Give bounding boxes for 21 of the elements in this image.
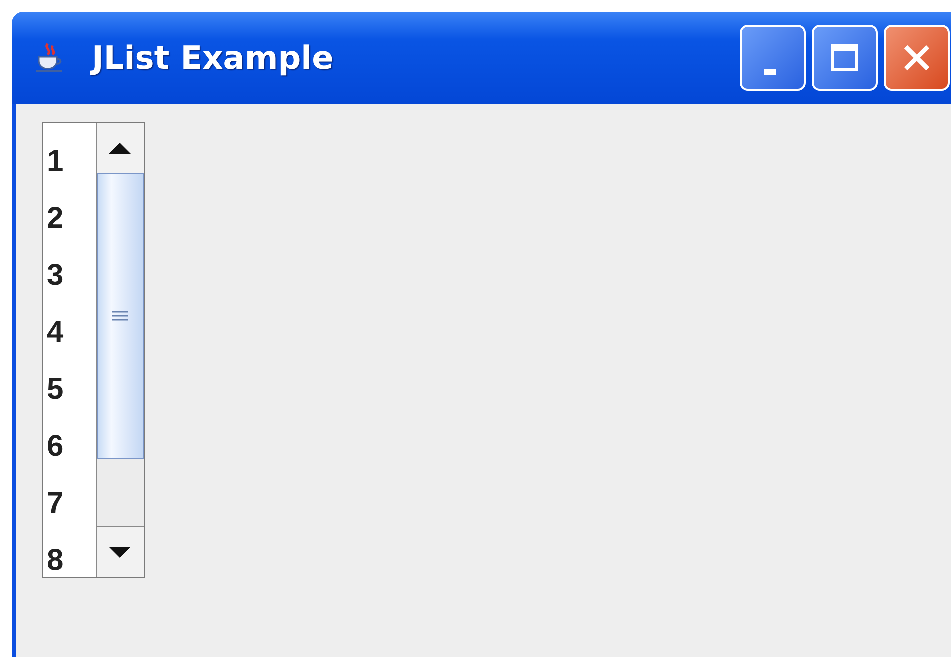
list-item[interactable]: 2 xyxy=(43,190,96,247)
window-title: JList Example xyxy=(92,39,334,77)
scroll-down-button[interactable] xyxy=(96,527,144,577)
up-arrow-icon xyxy=(109,142,132,154)
minimize-button[interactable] xyxy=(740,25,806,91)
scrollbar[interactable] xyxy=(96,123,144,577)
down-arrow-icon xyxy=(109,546,132,558)
list-item[interactable]: 4 xyxy=(43,304,96,361)
minimize-icon xyxy=(764,69,776,75)
coffee-cup-icon xyxy=(34,42,64,74)
list-item[interactable]: 8 xyxy=(43,532,96,589)
list-item[interactable]: 1 xyxy=(43,133,96,190)
close-button[interactable] xyxy=(884,25,950,91)
scroll-up-button[interactable] xyxy=(96,123,144,173)
maximize-button[interactable] xyxy=(812,25,878,91)
scroll-thumb[interactable] xyxy=(96,173,144,459)
list-item[interactable]: 5 xyxy=(43,361,96,418)
grip-icon xyxy=(112,311,128,321)
list-item[interactable]: 7 xyxy=(43,475,96,532)
list-item[interactable]: 3 xyxy=(43,247,96,304)
list-item[interactable]: 6 xyxy=(43,418,96,475)
